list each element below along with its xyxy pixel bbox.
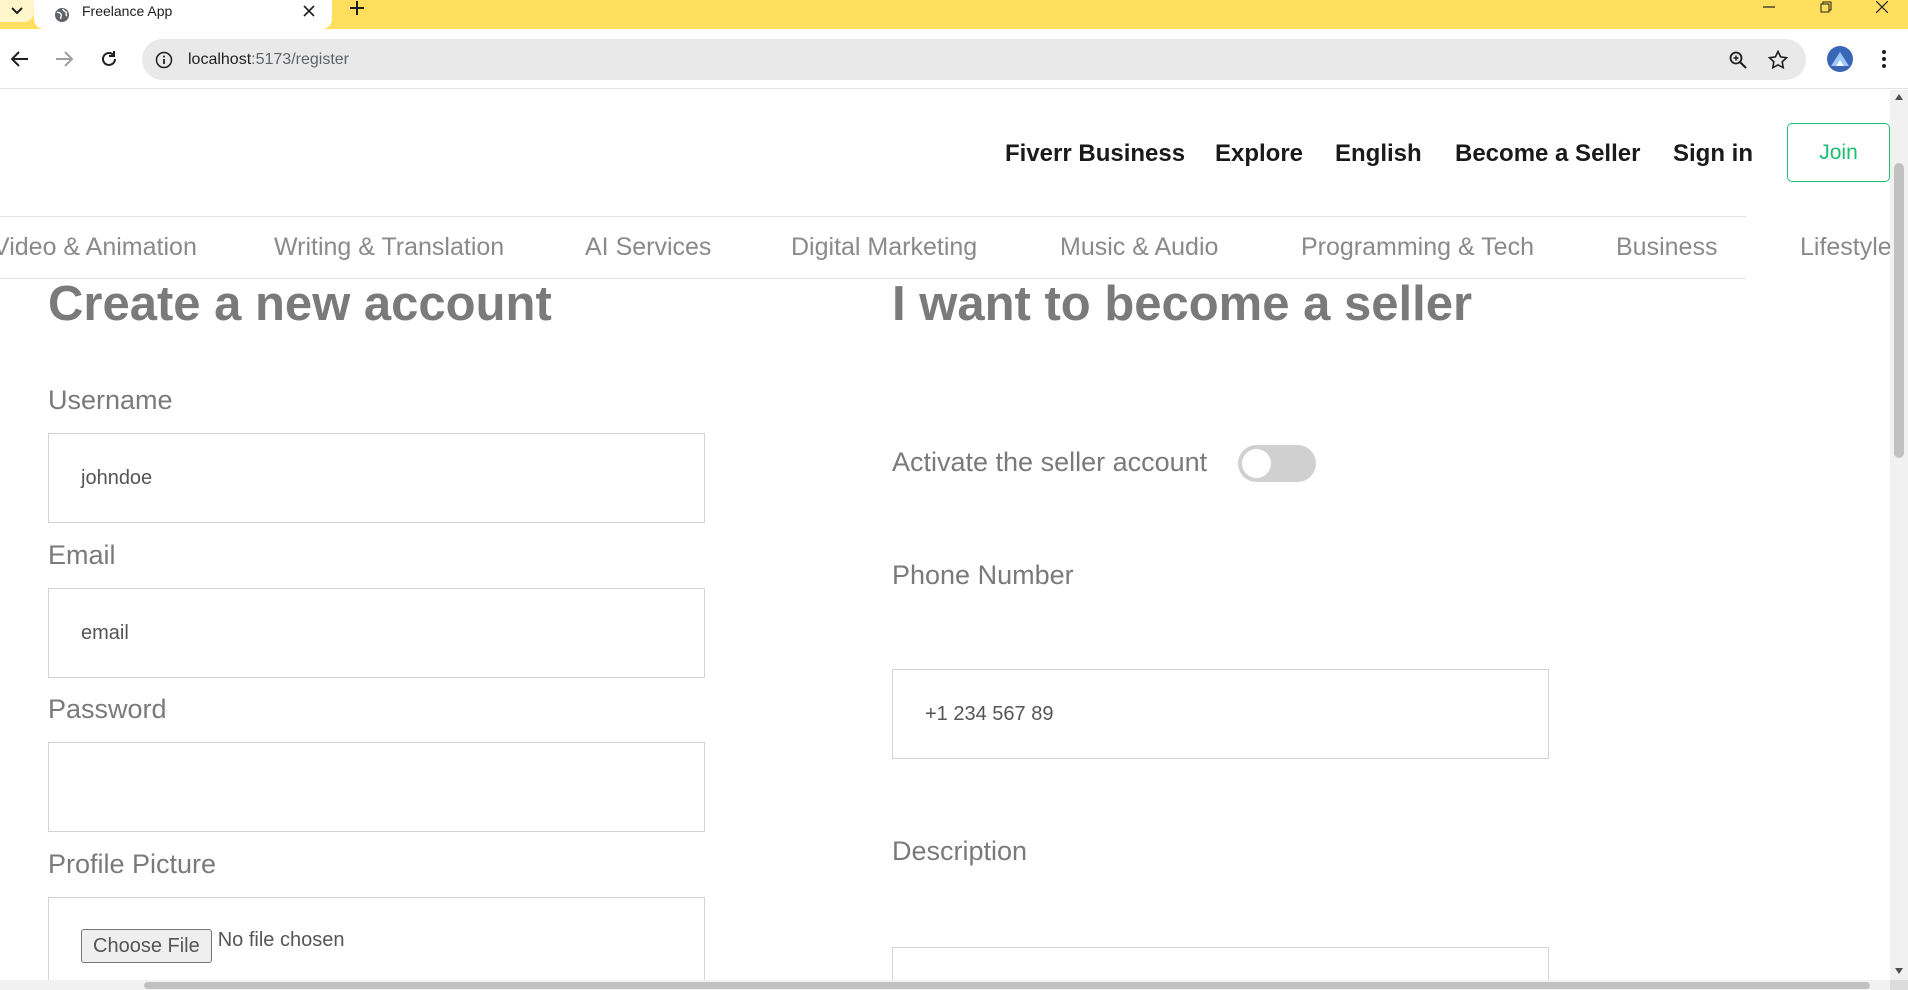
email-input[interactable]: email [48,588,705,678]
info-icon[interactable] [154,50,174,70]
mountain-icon [1831,52,1849,66]
horizontal-scrollbar[interactable] [0,980,1890,990]
minimize-icon [1763,6,1775,8]
nav-link-explore[interactable]: Explore [1215,140,1303,168]
restore-icon [1820,1,1832,13]
nav-link-sign-in[interactable]: Sign in [1673,140,1753,168]
username-placeholder: johndoe [81,466,153,489]
nav-link-become-seller[interactable]: Become a Seller [1455,140,1640,168]
browser-tab-bar: Freelance App [0,0,1908,29]
username-label: Username [48,385,173,415]
become-seller-title: I want to become a seller [892,277,1473,331]
description-input[interactable] [892,947,1549,980]
category-divider-top [0,216,1746,217]
plus-icon [350,1,364,15]
avatar[interactable] [1827,46,1853,72]
category-digital-marketing[interactable]: Digital Marketing [791,233,977,262]
email-placeholder: email [81,621,129,644]
close-icon [1876,1,1888,13]
phone-placeholder: +1 234 567 89 [925,702,1054,725]
site-navbar: Fiverr Business Explore English Become a… [0,90,1890,216]
category-video-animation[interactable]: Video & Animation [0,233,197,262]
more-menu-button[interactable] [1872,45,1896,73]
category-programming-tech[interactable]: Programming & Tech [1301,233,1534,262]
password-label: Password [48,694,167,724]
browser-toolbar: localhost:5173/register [0,29,1908,89]
nav-link-fiverr-business[interactable]: Fiverr Business [1005,140,1185,168]
vertical-scrollbar[interactable] [1890,90,1908,980]
url-text[interactable]: localhost:5173/register [188,51,1726,69]
toggle-knob [1242,449,1271,478]
profile-picture-input[interactable]: Choose File No file chosen [48,897,705,980]
zoom-icon[interactable] [1726,48,1750,72]
category-business[interactable]: Business [1616,233,1717,262]
seller-toggle[interactable] [1238,445,1316,482]
more-vertical-icon [1882,50,1886,68]
minimize-button[interactable] [1745,0,1793,14]
password-input[interactable] [48,742,705,832]
arrow-right-icon [56,51,73,67]
restore-button[interactable] [1802,0,1850,14]
scroll-up-icon[interactable] [1894,92,1904,102]
join-button[interactable]: Join [1787,123,1890,182]
category-lifestyle[interactable]: Lifestyle [1800,233,1890,262]
phone-input[interactable]: +1 234 567 89 [892,669,1549,759]
page-viewport: Fiverr Business Explore English Become a… [0,90,1890,980]
vertical-scroll-thumb[interactable] [1894,163,1904,458]
username-input[interactable]: johndoe [48,433,705,523]
forward-button[interactable] [48,43,80,75]
horizontal-scroll-thumb[interactable] [144,982,1870,989]
email-label: Email [48,540,116,570]
new-tab-button[interactable] [345,0,369,16]
category-ai-services[interactable]: AI Services [585,233,711,262]
description-label: Description [892,836,1028,866]
chevron-down-icon [11,7,23,15]
reload-icon [102,51,116,66]
scroll-down-icon[interactable] [1894,966,1904,976]
star-icon[interactable] [1766,48,1790,72]
choose-file-button[interactable]: Choose File [81,929,212,963]
scrollbar-corner [1890,980,1908,990]
tab-title: Freelance App [82,2,173,19]
nav-link-english[interactable]: English [1335,140,1422,168]
profile-picture-label: Profile Picture [48,849,217,879]
create-account-title: Create a new account [48,277,552,331]
file-status: No file chosen [217,929,345,951]
address-bar[interactable]: localhost:5173/register [142,39,1806,80]
browser-tab[interactable]: Freelance App [34,0,332,29]
close-icon[interactable] [300,2,318,20]
activate-seller-label: Activate the seller account [892,447,1208,477]
window-close-button[interactable] [1858,0,1906,14]
phone-label: Phone Number [892,560,1074,590]
globe-icon [54,7,70,23]
category-music-audio[interactable]: Music & Audio [1060,233,1218,262]
arrow-left-icon [11,51,28,67]
tab-search-button[interactable] [0,0,34,22]
back-button[interactable] [4,43,36,75]
reload-button[interactable] [93,43,125,75]
category-writing-translation[interactable]: Writing & Translation [274,233,504,262]
